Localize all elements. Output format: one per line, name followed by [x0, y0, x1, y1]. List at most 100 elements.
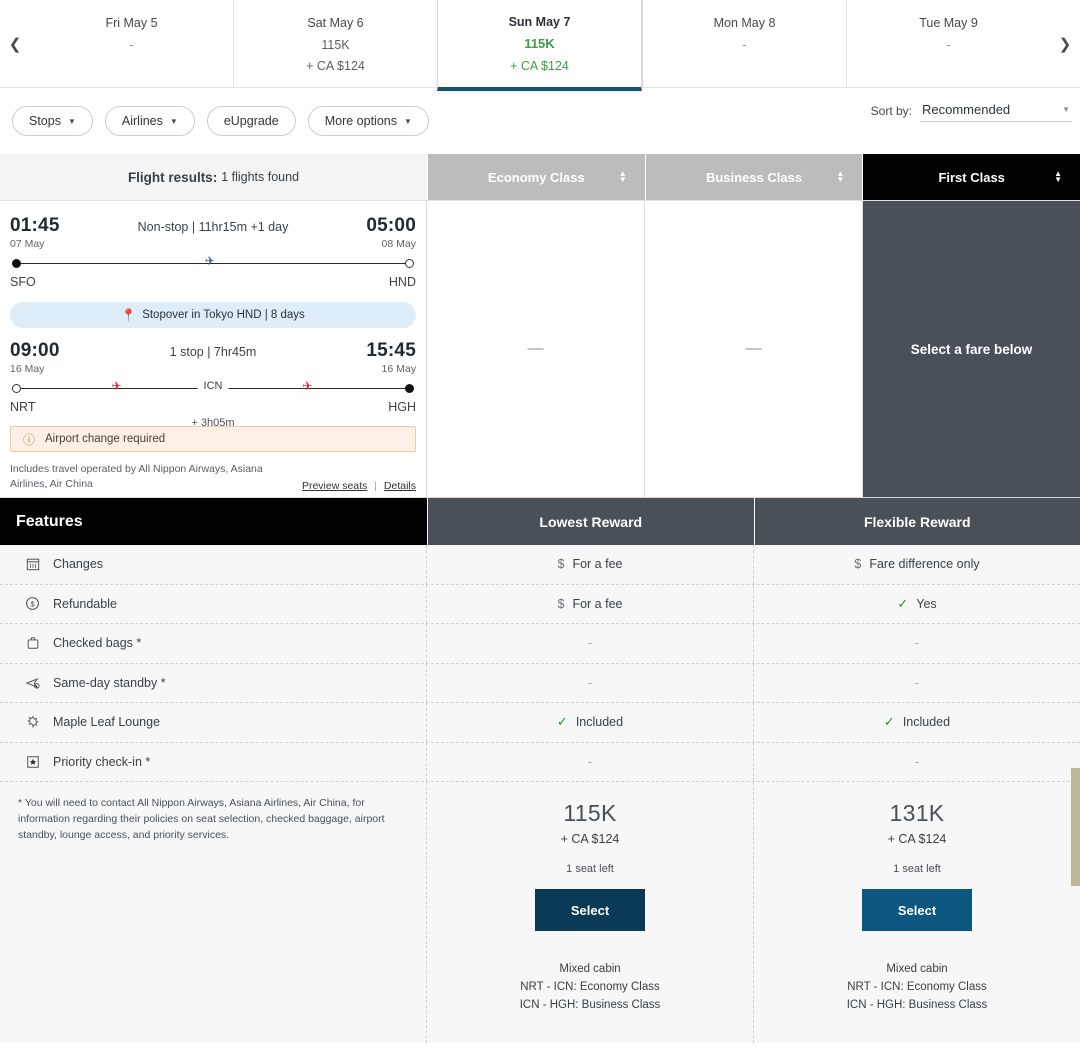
date-day-label: Fri May 5: [105, 16, 158, 30]
filter-label: Stops: [29, 114, 61, 128]
mixed-cabin-line: NRT - ICN: Economy Class: [847, 980, 987, 993]
fare-seats-left: 1 seat left: [566, 863, 614, 875]
feature-value-lowest: -: [427, 742, 754, 781]
mixed-cabin-line: ICN - HGH: Business Class: [846, 998, 988, 1011]
select-fare-flexible-button[interactable]: Select: [862, 889, 972, 931]
date-cell-3[interactable]: Mon May 8 -: [642, 0, 846, 87]
date-prev-arrow[interactable]: ❮: [0, 0, 30, 87]
fare-points: 131K: [889, 800, 945, 826]
filter-more-options-button[interactable]: More options ▼: [307, 106, 429, 136]
check-icon: ✓: [556, 714, 568, 730]
leg2-route-line: ICN ✈ ✈: [10, 379, 416, 397]
date-cash-label: + CA $124: [306, 59, 365, 74]
leg2-connection-duration: + 3h05m: [191, 417, 235, 429]
stopover-banner: 📍 Stopover in Tokyo HND | 8 days: [10, 302, 416, 328]
route-origin-dot: [12, 259, 21, 268]
itinerary-leg-2: 09:00 16 May 1 stop | 7hr45m 15:45 16 Ma…: [10, 340, 416, 429]
filter-bar: Stops ▼ Airlines ▼ eUpgrade More options…: [0, 88, 1080, 154]
feature-value-flexible: -: [914, 636, 920, 651]
check-icon: ✓: [897, 595, 909, 611]
sort-control: Sort by: Recommended ▼: [871, 102, 1072, 122]
operated-by-section: Includes travel operated by All Nippon A…: [10, 462, 416, 492]
feature-value-text: For a fee: [572, 557, 623, 572]
feature-value-lowest: -: [427, 624, 754, 663]
itinerary-leg-1: 01:45 07 May Non-stop | 11hr15m +1 day 0…: [10, 215, 416, 289]
tab-business-class[interactable]: Business Class ▲ ▼: [644, 154, 863, 200]
chevron-down-icon: ▼: [169, 116, 178, 126]
date-points-label: -: [742, 38, 747, 53]
features-table-body: Changes $ For a fee $ Fare difference on…: [0, 545, 1080, 782]
feature-label: Checked bags *: [53, 636, 142, 651]
fare-cell-value: Select a fare below: [910, 341, 1033, 357]
link-separator: |: [374, 480, 377, 493]
tab-first-class[interactable]: First Class ▲ ▼: [862, 154, 1080, 200]
page-scrollbar-track[interactable]: [1071, 0, 1080, 1056]
chevron-left-icon: ❮: [8, 35, 22, 53]
flight-itinerary-detail: 01:45 07 May Non-stop | 11hr15m +1 day 0…: [0, 201, 427, 497]
details-link[interactable]: Details: [384, 480, 416, 492]
feature-row-changes: Changes $ For a fee $ Fare difference on…: [0, 545, 1080, 585]
leg1-summary: Non-stop | 11hr15m +1 day: [137, 220, 289, 234]
feature-label-cell: Maple Leaf Lounge: [0, 703, 427, 742]
leg1-route-line: ✈: [10, 255, 416, 272]
fare-cash: + CA $124: [887, 832, 947, 846]
select-fare-lowest-button[interactable]: Select: [535, 889, 645, 931]
leg1-arrive-date: 08 May: [381, 238, 416, 250]
date-cell-1[interactable]: Sat May 6 115K + CA $124: [233, 0, 437, 87]
fare-cell-business[interactable]: —: [645, 201, 863, 497]
feature-value-lowest: ✓ Included: [427, 703, 754, 742]
airline-plane-icon: ✈: [111, 379, 122, 393]
leg2-arrive-time: 15:45: [366, 340, 416, 361]
feature-value-text: Yes: [916, 596, 937, 611]
cabin-class-header-bar: Flight results: 1 flights found Economy …: [0, 154, 1080, 201]
flight-results-value: 1 flights found: [221, 170, 300, 184]
features-title: Features: [0, 498, 427, 545]
feature-value-flexible: -: [914, 754, 920, 769]
route-destination-dot: [405, 259, 414, 268]
tab-economy-class[interactable]: Economy Class ▲ ▼: [427, 154, 645, 200]
leg2-arrive-date: 16 May: [381, 363, 416, 375]
fare-pricing-row: * You will need to contact All Nippon Ai…: [0, 782, 1080, 1043]
sort-by-select[interactable]: Recommended ▼: [920, 102, 1072, 122]
date-day-label: Mon May 8: [713, 16, 776, 30]
fare-cash: + CA $124: [560, 832, 620, 846]
dollar-icon: $: [557, 596, 565, 611]
feature-label: Same-day standby *: [53, 675, 166, 690]
filter-stops-button[interactable]: Stops ▼: [12, 106, 93, 136]
fare-cell-economy[interactable]: —: [427, 201, 645, 497]
feature-label-cell: Changes: [0, 545, 427, 584]
filter-airlines-button[interactable]: Airlines ▼: [104, 106, 195, 136]
check-icon: ✓: [883, 714, 895, 730]
flight-result-row: 01:45 07 May Non-stop | 11hr15m +1 day 0…: [0, 201, 1080, 498]
page-scrollbar-thumb[interactable]: [1071, 768, 1080, 886]
feature-value-flexible: $ Fare difference only: [754, 545, 1080, 584]
date-day-label: Sun May 7: [508, 15, 571, 29]
stopover-text: Stopover in Tokyo HND | 8 days: [142, 309, 305, 321]
leg1-arrive-time: 05:00: [366, 215, 416, 236]
dollar-icon: $: [557, 557, 565, 572]
preview-seats-link[interactable]: Preview seats: [302, 480, 367, 492]
date-points-label: 115K: [321, 38, 350, 53]
sort-by-value: Recommended: [922, 102, 1011, 117]
tab-label: First Class: [938, 169, 1005, 185]
date-cell-0[interactable]: Fri May 5 -: [30, 0, 233, 87]
features-footnote: * You will need to contact All Nippon Ai…: [0, 782, 427, 1043]
warning-text: Airport change required: [45, 433, 166, 445]
fare-cell-value: —: [745, 340, 762, 357]
operated-by-text: Includes travel operated by All Nippon A…: [10, 463, 263, 491]
route-destination-dot: [405, 384, 414, 393]
route-origin-dot: [12, 384, 21, 393]
dollar-icon: $: [854, 557, 862, 572]
leg2-origin-code: NRT: [10, 400, 36, 414]
date-cell-4[interactable]: Tue May 9 -: [846, 0, 1050, 87]
leg2-depart-date: 16 May: [10, 363, 45, 375]
filter-eupgrade-button[interactable]: eUpgrade: [206, 106, 296, 136]
svg-text:$: $: [30, 600, 35, 609]
fare-cell-first-selected[interactable]: Select a fare below: [863, 201, 1080, 497]
mixed-cabin-title: Mixed cabin: [886, 963, 948, 975]
date-cell-2-selected[interactable]: Sun May 7 115K + CA $124: [437, 0, 642, 91]
mixed-cabin-title: Mixed cabin: [559, 963, 621, 975]
fare-mixed-cabin-info: Mixed cabin NRT - ICN: Economy Class ICN…: [520, 961, 661, 1014]
airport-change-warning: ⓘ Airport change required: [10, 426, 416, 452]
alert-circle-icon: ⓘ: [23, 432, 36, 447]
